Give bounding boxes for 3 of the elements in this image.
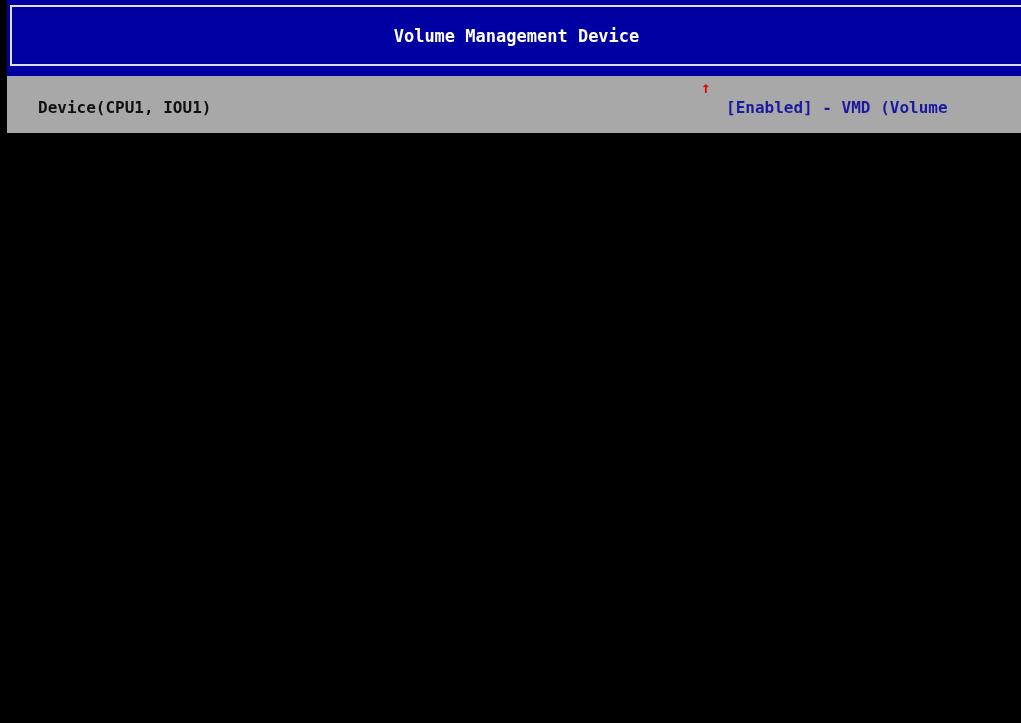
window-title: Volume Management Device — [393, 25, 640, 46]
setting-label[interactable]: Device(CPU1, IOU1) — [38, 98, 726, 117]
setting-value[interactable]: [Enabled] - VMD (Volume — [726, 98, 948, 117]
